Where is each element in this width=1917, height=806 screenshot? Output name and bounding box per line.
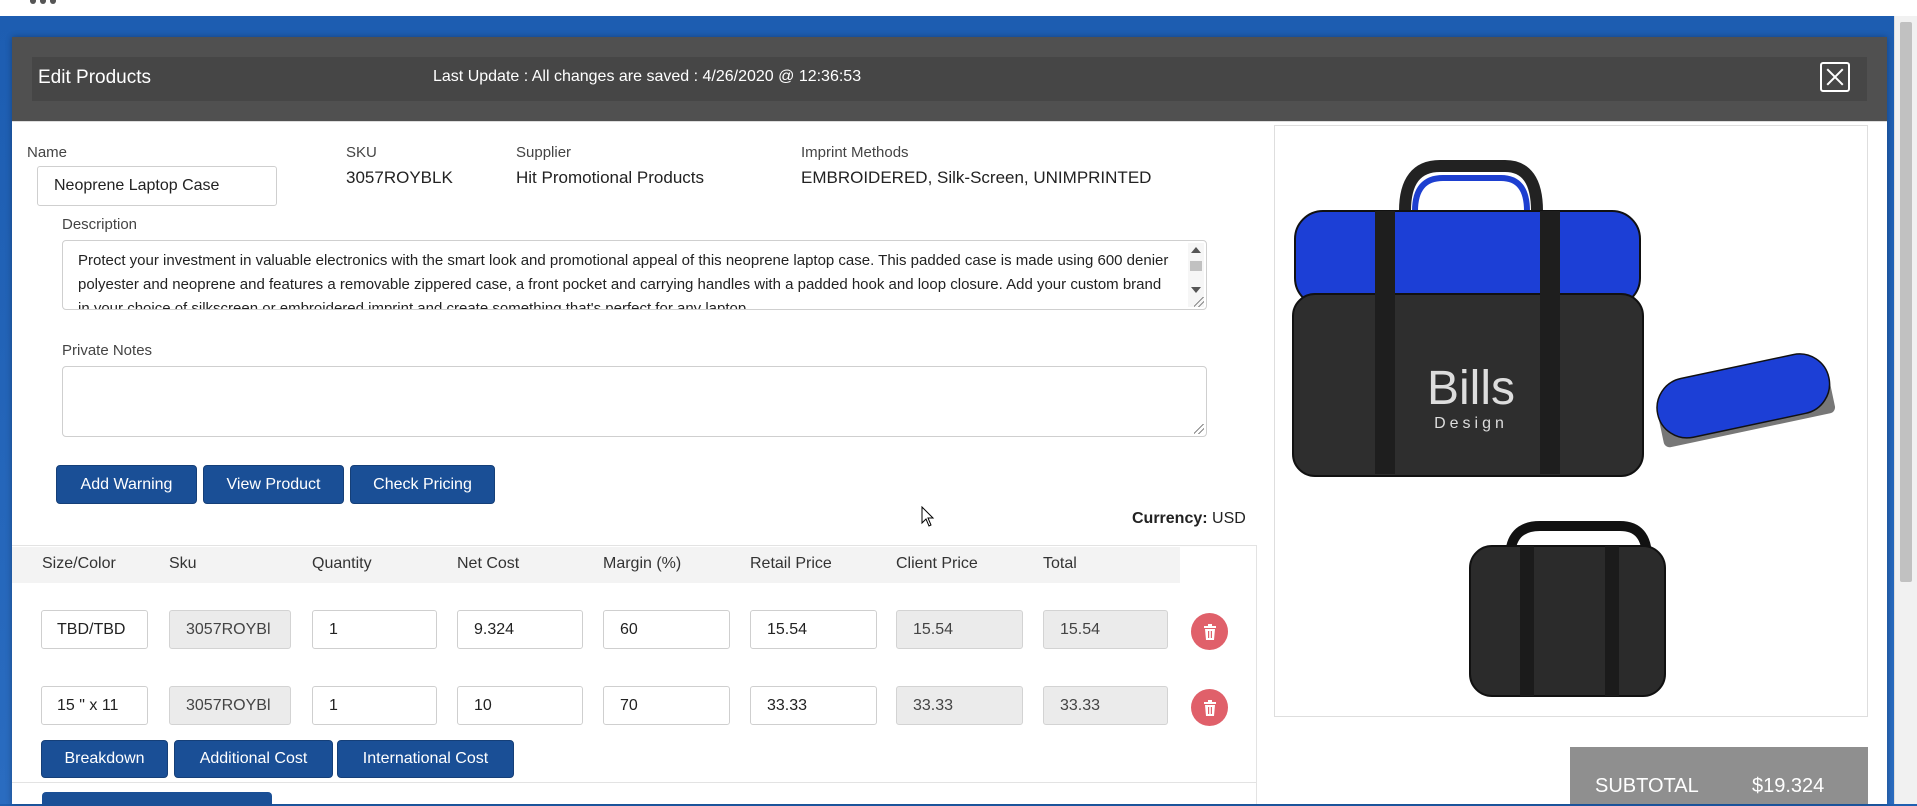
supplier-label: Supplier xyxy=(516,144,572,161)
resize-handle-icon[interactable] xyxy=(1194,424,1204,434)
retail-price-input[interactable]: 33.33 xyxy=(750,686,877,725)
size-color-input[interactable]: 15 " x 11 xyxy=(41,686,148,725)
breakdown-button[interactable]: Breakdown xyxy=(41,740,168,778)
description-textarea[interactable]: Protect your investment in valuable elec… xyxy=(62,240,1207,310)
browser-top-strip xyxy=(0,0,1917,17)
bag-logo-subtext: Design xyxy=(1434,415,1508,432)
page-scrollbar[interactable] xyxy=(1894,16,1917,804)
description-label: Description xyxy=(62,216,138,233)
scroll-down-icon[interactable] xyxy=(1191,287,1201,293)
mouse-cursor-icon xyxy=(921,506,935,527)
total-input: 33.33 xyxy=(1043,686,1168,725)
sku-label: SKU xyxy=(346,144,377,161)
sku-input: 3057ROYBl xyxy=(169,686,291,725)
apps-grid-icon[interactable] xyxy=(30,0,56,4)
margin-input[interactable]: 60 xyxy=(603,610,730,649)
sku-input: 3057ROYBl xyxy=(169,610,291,649)
quantity-input[interactable]: 1 xyxy=(312,610,437,649)
name-label: Name xyxy=(27,144,68,161)
laptop-case-illustration: Bills Design xyxy=(1292,160,1836,697)
private-notes-textarea[interactable] xyxy=(62,366,1207,437)
size-color-input[interactable]: TBD/TBD xyxy=(41,610,148,649)
product-image: Bills Design xyxy=(1274,125,1868,717)
trash-icon xyxy=(1203,699,1216,716)
net-cost-input[interactable]: 9.324 xyxy=(457,610,583,649)
scrollbar-thumb[interactable] xyxy=(1900,22,1912,582)
imprint-methods-value: EMBROIDERED, Silk-Screen, UNIMPRINTED xyxy=(801,168,1152,187)
scroll-up-icon[interactable] xyxy=(1191,247,1201,253)
currency-indicator: Currency: USD xyxy=(1132,510,1246,528)
modal-title: Edit Products xyxy=(38,67,151,88)
description-text: Protect your investment in valuable elec… xyxy=(78,252,1169,310)
column-header: Margin (%) xyxy=(603,555,682,572)
divider xyxy=(12,545,1257,546)
column-header: Retail Price xyxy=(750,555,832,572)
client-price-input: 33.33 xyxy=(896,686,1023,725)
name-input[interactable]: Neoprene Laptop Case xyxy=(37,166,277,206)
check-pricing-button[interactable]: Check Pricing xyxy=(350,465,495,504)
column-header: Size/Color xyxy=(42,555,116,572)
imprint-methods-label: Imprint Methods xyxy=(801,144,909,161)
client-price-input: 15.54 xyxy=(896,610,1023,649)
column-header: Client Price xyxy=(896,555,978,572)
private-notes-label: Private Notes xyxy=(62,342,153,359)
bag-logo-text: Bills xyxy=(1427,362,1515,415)
total-input: 15.54 xyxy=(1043,610,1168,649)
margin-input[interactable]: 70 xyxy=(603,686,730,725)
net-cost-input[interactable]: 10 xyxy=(457,686,583,725)
divider xyxy=(12,121,1887,122)
column-header: Sku xyxy=(169,555,197,572)
last-update-status: Last Update : All changes are saved : 4/… xyxy=(433,68,862,85)
column-header: Quantity xyxy=(312,555,372,572)
subtotal-value: $19.324 xyxy=(1752,775,1825,797)
divider xyxy=(12,782,1257,783)
subtotal-panel: SUBTOTAL $19.324 xyxy=(1570,747,1868,804)
column-header: Total xyxy=(1043,555,1077,572)
quantity-input[interactable]: 1 xyxy=(312,686,437,725)
trash-icon xyxy=(1203,623,1216,640)
supplier-value: Hit Promotional Products xyxy=(516,168,705,187)
international-cost-button[interactable]: International Cost xyxy=(337,740,514,778)
column-header: Net Cost xyxy=(457,555,520,572)
resize-handle-icon[interactable] xyxy=(1194,297,1204,307)
edit-products-modal: Edit Products Last Update : All changes … xyxy=(12,37,1887,806)
currency-label: Currency: xyxy=(1132,510,1208,527)
description-scroll-thumb[interactable] xyxy=(1190,261,1202,271)
view-product-button[interactable]: View Product xyxy=(203,465,344,504)
add-warning-button[interactable]: Add Warning xyxy=(56,465,197,504)
currency-value: USD xyxy=(1212,510,1246,527)
divider xyxy=(1256,546,1257,804)
close-icon[interactable] xyxy=(1820,62,1850,92)
delete-row-button[interactable] xyxy=(1191,613,1228,650)
delete-row-button[interactable] xyxy=(1191,689,1228,726)
additional-cost-button[interactable]: Additional Cost xyxy=(174,740,333,778)
subtotal-label: SUBTOTAL xyxy=(1595,775,1699,797)
sku-value: 3057ROYBLK xyxy=(346,168,453,187)
modal-header-bar xyxy=(32,57,1867,101)
modal-header: Edit Products Last Update : All changes … xyxy=(12,37,1887,121)
retail-price-input[interactable]: 15.54 xyxy=(750,610,877,649)
